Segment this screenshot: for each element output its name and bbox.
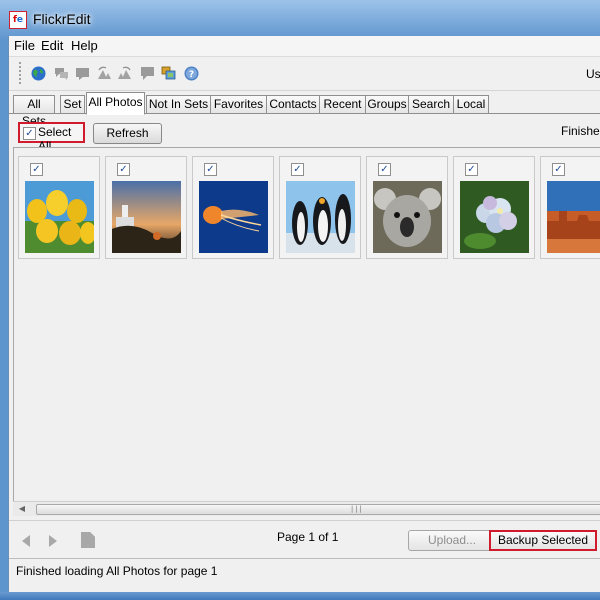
tulips-thumbnail (25, 181, 94, 253)
application-window: fe FlickrEdit File Edit Help ? Us All Se… (0, 0, 600, 600)
photo-card-jellyfish[interactable]: ✓ (192, 156, 274, 259)
photo-checkbox[interactable]: ✓ (552, 163, 565, 176)
menu-bar: File Edit Help (9, 36, 600, 57)
photo-card-hydrangea[interactable]: ✓ (453, 156, 535, 259)
globe-icon[interactable] (31, 66, 46, 81)
scrollbar-thumb[interactable]: ||| (36, 504, 600, 515)
koala-thumbnail (373, 181, 442, 253)
tab-favorites[interactable]: Favorites (210, 95, 267, 113)
penguins-thumbnail (286, 181, 355, 253)
flickredit-app-icon: fe (9, 11, 27, 29)
photo-checkbox[interactable]: ✓ (117, 163, 130, 176)
tab-not-in-sets[interactable]: Not In Sets (146, 95, 211, 113)
chat-icon[interactable] (54, 66, 69, 81)
window-title: FlickrEdit (33, 11, 91, 27)
tab-all-photos[interactable]: All Photos (86, 92, 145, 115)
photo-checkbox[interactable]: ✓ (30, 163, 43, 176)
menu-edit[interactable]: Edit (41, 38, 63, 53)
svg-text:?: ? (189, 70, 194, 80)
tab-groups[interactable]: Groups (365, 95, 409, 113)
toolbar: ? Use (9, 57, 600, 91)
jellyfish-thumbnail (199, 181, 268, 253)
help-icon[interactable]: ? (184, 66, 199, 81)
previous-page-icon[interactable] (22, 535, 30, 547)
toolbar-grip[interactable] (19, 62, 24, 84)
action-row: ✓ Select All Refresh Finished (9, 114, 600, 153)
comment-icon[interactable] (140, 66, 155, 81)
backup-selected-button[interactable]: Backup Selected (489, 530, 597, 551)
rotate-right-icon[interactable] (117, 66, 132, 81)
page-info: Page 1 of 1 (277, 530, 339, 544)
window-bottom-frame (0, 592, 600, 600)
title-bar: fe FlickrEdit (0, 0, 600, 36)
photo-card-desert[interactable]: ✓ (540, 156, 600, 259)
load-status-text: Finished (561, 124, 600, 138)
select-all-check-icon: ✓ (23, 127, 36, 140)
photo-checkbox[interactable]: ✓ (465, 163, 478, 176)
photo-checkbox[interactable]: ✓ (204, 163, 217, 176)
footer-bar: Page 1 of 1 Upload... Backup Selected (9, 520, 600, 558)
next-page-icon[interactable] (49, 535, 57, 547)
tab-set[interactable]: Set (60, 95, 85, 113)
scroll-left-icon[interactable]: ◀ (15, 502, 29, 516)
menu-help[interactable]: Help (71, 38, 98, 53)
tab-local[interactable]: Local (453, 95, 489, 113)
status-bar: Finished loading All Photos for page 1 (9, 558, 600, 583)
toolbar-user-label: Use (586, 67, 600, 81)
select-all-checkbox[interactable]: ✓ Select All (18, 122, 85, 153)
photo-card-penguins[interactable]: ✓ (279, 156, 361, 259)
refresh-button[interactable]: Refresh (93, 123, 162, 144)
desert-thumbnail (547, 181, 600, 253)
client-area: File Edit Help ? Us All Sets Set All Pho… (8, 36, 600, 592)
photo-checkbox[interactable]: ✓ (378, 163, 391, 176)
photo-checkbox[interactable]: ✓ (291, 163, 304, 176)
page-icon[interactable] (81, 532, 95, 548)
photo-icon[interactable] (75, 66, 90, 81)
tab-contacts[interactable]: Contacts (266, 95, 320, 113)
tab-search[interactable]: Search (408, 95, 454, 113)
frames-icon[interactable] (161, 66, 176, 81)
upload-button[interactable]: Upload... (408, 530, 496, 551)
tab-all-sets[interactable]: All Sets (13, 95, 55, 128)
app-icon-letter-e: e (16, 15, 24, 25)
photo-card-lighthouse[interactable]: ✓ (105, 156, 187, 259)
menu-file[interactable]: File (14, 38, 35, 53)
horizontal-scrollbar[interactable]: ◀ ||| (13, 501, 600, 516)
photo-card-koala[interactable]: ✓ (366, 156, 448, 259)
rotate-left-icon[interactable] (97, 66, 112, 81)
status-message: Finished loading All Photos for page 1 (16, 564, 218, 578)
lighthouse-thumbnail (112, 181, 181, 253)
tab-strip: All Sets Set All Photos Not In Sets Favo… (9, 91, 600, 128)
tab-recent[interactable]: Recent (319, 95, 366, 113)
photo-gallery: ✓ ✓ ✓ ✓ ✓ ✓ ✓ (13, 147, 600, 511)
photo-card-tulips[interactable]: ✓ (18, 156, 100, 259)
hydrangea-thumbnail (460, 181, 529, 253)
scrollbar-grip-icon: ||| (350, 505, 363, 513)
